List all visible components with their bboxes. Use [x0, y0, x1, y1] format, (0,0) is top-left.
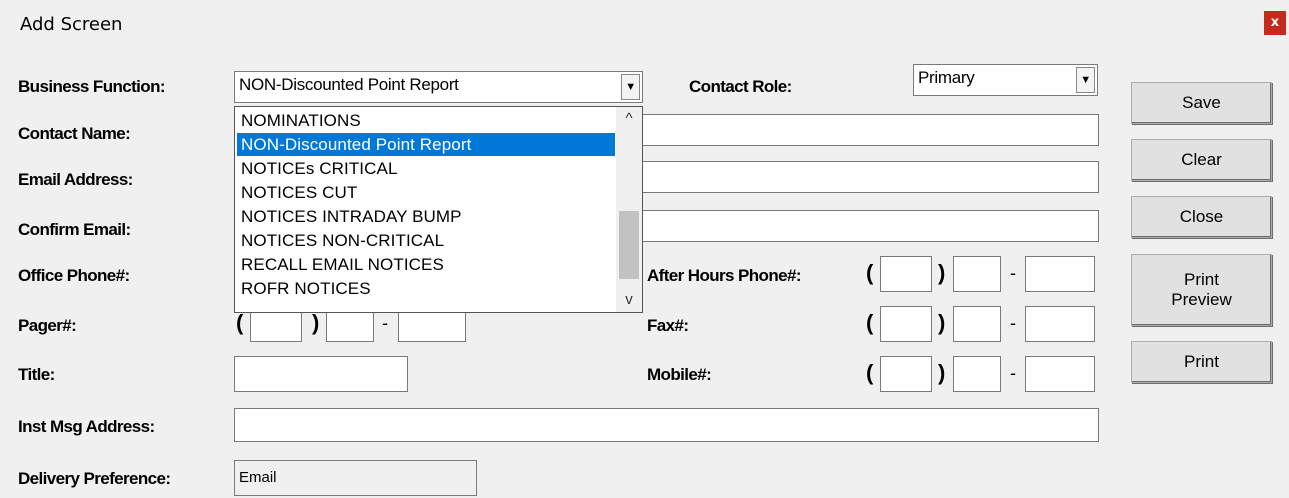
contact-name-label: Contact Name: — [18, 124, 131, 143]
fax-dash: - — [1010, 313, 1016, 333]
email-address-label: Email Address: — [18, 170, 133, 189]
fax-prefix[interactable] — [953, 306, 1001, 342]
mobile-open-paren: ( — [866, 360, 874, 385]
dropdown-arrow-icon[interactable]: ▼ — [621, 74, 640, 100]
fax-close-paren: ) — [938, 310, 946, 335]
business-function-label: Business Function: — [18, 77, 166, 96]
clear-button[interactable]: Clear — [1131, 139, 1272, 181]
after-hours-dash: - — [1010, 263, 1016, 283]
business-function-select[interactable]: NON-Discounted Point Report ▼ — [234, 71, 643, 103]
scroll-down-icon[interactable]: v — [616, 290, 642, 310]
pager-close-paren: ) — [312, 310, 320, 335]
mobile-close-paren: ) — [938, 360, 946, 385]
pager-open-paren: ( — [236, 310, 244, 335]
office-phone-label: Office Phone#: — [18, 266, 130, 285]
contact-role-select[interactable]: Primary ▼ — [913, 64, 1098, 96]
print-button-label: Print — [1184, 352, 1219, 371]
after-hours-area-code[interactable] — [880, 256, 932, 292]
fax-line[interactable] — [1025, 306, 1095, 342]
after-hours-prefix[interactable] — [953, 256, 1001, 292]
print-preview-button[interactable]: Print Preview — [1131, 254, 1272, 326]
inst-msg-address-label: Inst Msg Address: — [18, 417, 155, 436]
title-field[interactable] — [234, 356, 408, 392]
pager-dash: - — [382, 313, 388, 333]
dropdown-option[interactable]: ROFR NOTICES — [237, 277, 615, 300]
print-button[interactable]: Print — [1131, 341, 1272, 383]
dropdown-option[interactable]: NOTICES INTRADAY BUMP — [237, 205, 615, 228]
mobile-area-code[interactable] — [880, 356, 932, 392]
dropdown-option[interactable]: NOTICES CUT — [237, 181, 615, 204]
dropdown-option-selected[interactable]: NON-Discounted Point Report — [237, 133, 615, 156]
scroll-up-icon[interactable]: ^ — [616, 109, 642, 129]
mobile-label: Mobile#: — [647, 365, 712, 384]
scrollbar-thumb[interactable] — [619, 211, 639, 279]
dropdown-arrow-icon[interactable]: ▼ — [1076, 67, 1095, 93]
after-hours-close-paren: ) — [938, 260, 946, 285]
dropdown-option[interactable]: NOTICEs CRITICAL — [237, 157, 615, 180]
contact-role-label: Contact Role: — [689, 77, 792, 96]
fax-area-code[interactable] — [880, 306, 932, 342]
save-button-label: Save — [1182, 93, 1221, 112]
after-hours-open-paren: ( — [866, 260, 874, 285]
close-button[interactable]: Close — [1131, 196, 1272, 238]
confirm-email-label: Confirm Email: — [18, 220, 131, 239]
dropdown-option[interactable]: NOMINATIONS — [237, 109, 615, 132]
dropdown-option[interactable]: NOTICES NON-CRITICAL — [237, 229, 615, 252]
window-title: Add Screen — [20, 14, 123, 35]
after-hours-line[interactable] — [1025, 256, 1095, 292]
after-hours-phone-label: After Hours Phone#: — [647, 266, 802, 285]
fax-open-paren: ( — [866, 310, 874, 335]
fax-label: Fax#: — [647, 316, 689, 335]
mobile-dash: - — [1010, 363, 1016, 383]
delivery-preference-label: Delivery Preference: — [18, 469, 171, 488]
save-button[interactable]: Save — [1131, 82, 1272, 124]
dropdown-option[interactable]: RECALL EMAIL NOTICES — [237, 253, 615, 276]
title-label: Title: — [18, 365, 55, 384]
delivery-preference-field: Email — [234, 460, 477, 496]
mobile-prefix[interactable] — [953, 356, 1001, 392]
dropdown-scrollbar[interactable]: ^ v — [616, 107, 642, 312]
print-preview-label-line1: Print — [1184, 270, 1219, 289]
clear-button-label: Clear — [1181, 150, 1222, 169]
close-button-label: Close — [1179, 207, 1224, 226]
inst-msg-address-field[interactable] — [234, 408, 1099, 442]
business-function-value: NON-Discounted Point Report — [239, 75, 459, 94]
pager-label: Pager#: — [18, 316, 77, 335]
mobile-line[interactable] — [1025, 356, 1095, 392]
close-window-icon[interactable]: x — [1264, 11, 1286, 35]
contact-role-value: Primary — [918, 68, 975, 87]
print-preview-label-line2: Preview — [1171, 290, 1232, 309]
business-function-dropdown-list[interactable]: NOMINATIONS NON-Discounted Point Report … — [234, 106, 643, 313]
